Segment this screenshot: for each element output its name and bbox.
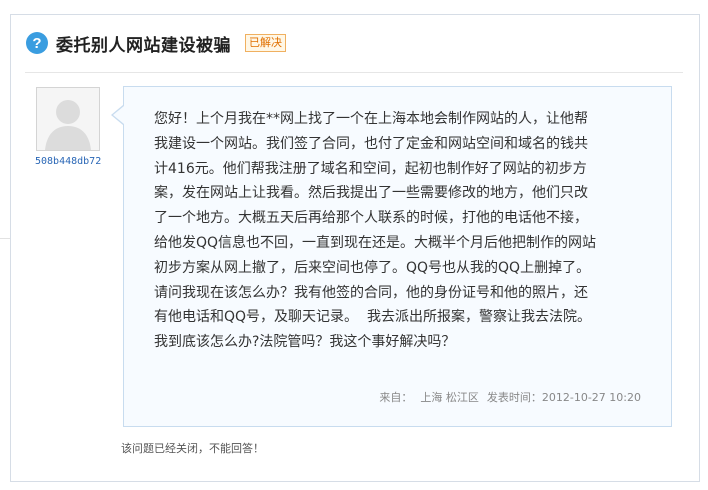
question-content: 您好！上个月我在**网上找了一个在上海本地会制作网站的人，让他帮 我建设一个网站。… <box>154 107 649 355</box>
left-edge-rule <box>0 238 10 239</box>
avatar[interactable] <box>36 87 100 151</box>
post-location: 上海 松江区 <box>420 391 479 404</box>
bubble-pointer-fill <box>113 106 124 124</box>
post-time: 2012-10-27 10:20 <box>541 391 641 404</box>
asker-username-link[interactable]: 508b448db72 <box>35 156 101 167</box>
question-body-box: 您好！上个月我在**网上找了一个在上海本地会制作网站的人，让他帮 我建设一个网站。… <box>123 86 672 427</box>
header-divider <box>25 72 683 73</box>
question-content-line: 案，发在网站上让我看。然后我提出了一些需要修改的地方，他们只改 <box>154 185 588 202</box>
question-content-line: 计416元。他们帮我注册了域名和空间，起初也制作好了网站的初步方 <box>154 160 587 177</box>
closed-notice: 该问题已经关闭，不能回答！ <box>121 442 264 455</box>
post-time-label: 发表时间： <box>486 391 542 404</box>
question-content-line: 了一个地方。大概五天后再给那个人联系的时候，打他的电话他不接， <box>154 210 588 227</box>
question-content-line: 我建设一个网站。我们签了合同，也付了定金和网站空间和域名的钱共 <box>154 135 588 152</box>
question-header: ? 委托别人网站建设被骗 已解决 <box>26 28 286 58</box>
question-icon: ? <box>26 32 48 54</box>
post-meta: 来自： 上海 松江区 发表时间：2012-10-27 10:20 <box>379 389 641 405</box>
question-content-line: 初步方案从网上撤了，后来空间也停了。QQ号也从我的QQ上删掉了。 <box>154 259 591 276</box>
question-content-line: 我到底该怎么办?法院管吗？我这个事好解决吗？ <box>154 334 456 351</box>
question-content-line: 请问我现在该怎么办？我有他签的合同，他的身份证号和他的照片，还 <box>154 284 588 301</box>
question-content-line: 给他发QQ信息也不回，一直到现在还是。大概半个月后他把制作的网站 <box>154 234 597 251</box>
from-label: 来自： <box>379 391 413 404</box>
question-title: 委托别人网站建设被骗 <box>56 35 231 56</box>
question-content-line: 有他电话和QQ号，及聊天记录。 我去派出所报案，警察让我去法院。 <box>154 309 591 326</box>
default-avatar-icon <box>37 88 99 150</box>
question-content-line: 您好！上个月我在**网上找了一个在上海本地会制作网站的人，让他帮 <box>154 111 588 127</box>
status-badge: 已解决 <box>245 34 286 52</box>
